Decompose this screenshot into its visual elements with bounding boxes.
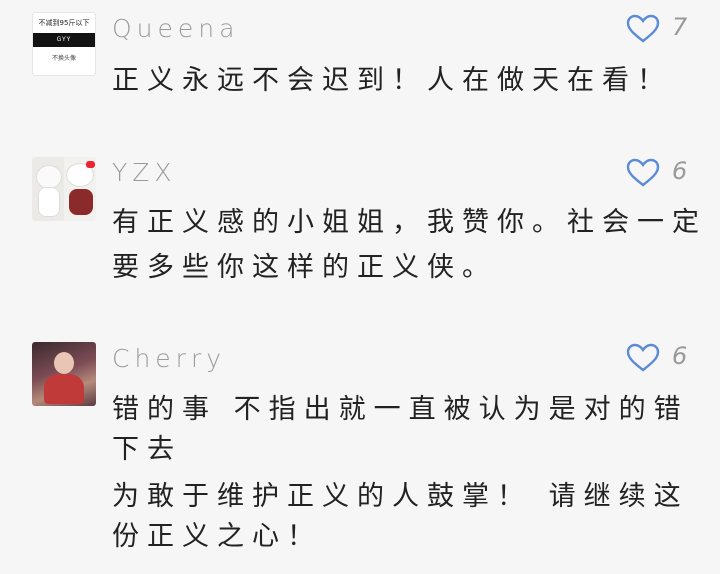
like-button[interactable] <box>626 158 660 188</box>
heart-icon <box>626 14 660 43</box>
username[interactable]: YZX <box>112 158 177 187</box>
avatar-figure <box>54 352 74 374</box>
avatar[interactable]: 不减到95斤以下 GYY 不换头像 <box>32 12 96 76</box>
username[interactable]: Cherry <box>112 344 226 373</box>
like-count: 6 <box>672 157 688 185</box>
like-count: 6 <box>672 342 688 370</box>
avatar-figure <box>36 165 62 189</box>
avatar-figure <box>86 161 95 168</box>
avatar-caption-bar: GYY <box>33 33 95 47</box>
like-count: 7 <box>672 13 688 41</box>
avatar-figure <box>44 374 84 404</box>
like-button[interactable] <box>626 343 660 373</box>
avatar-figure <box>38 187 60 217</box>
avatar[interactable] <box>32 157 96 221</box>
heart-icon <box>626 158 660 187</box>
heart-icon <box>626 343 660 372</box>
comment-text-line: 错的事 不指出就一直被认为是对的错 <box>112 394 689 425</box>
avatar[interactable] <box>32 342 96 406</box>
comment-text-line: 份正义之心！ <box>112 521 322 552</box>
username[interactable]: Queena <box>112 14 239 43</box>
comment-text-line: 下去 <box>112 434 182 465</box>
avatar-caption-bottom: 不换头像 <box>51 55 76 62</box>
comment-text-line: 要多些你这样的正义侠。 <box>112 252 497 283</box>
comment-text-line: 正义永远不会迟到！人在做天在看！ <box>112 65 672 96</box>
like-button[interactable] <box>626 14 660 44</box>
avatar-caption-top: 不减到95斤以下 <box>38 19 90 27</box>
comment-text-line: 为敢于维护正义的人鼓掌！ 请继续这 <box>112 481 689 512</box>
comment-text-line: 有正义感的小姐姐，我赞你。社会一定 <box>112 207 707 238</box>
avatar-figure <box>69 189 93 215</box>
